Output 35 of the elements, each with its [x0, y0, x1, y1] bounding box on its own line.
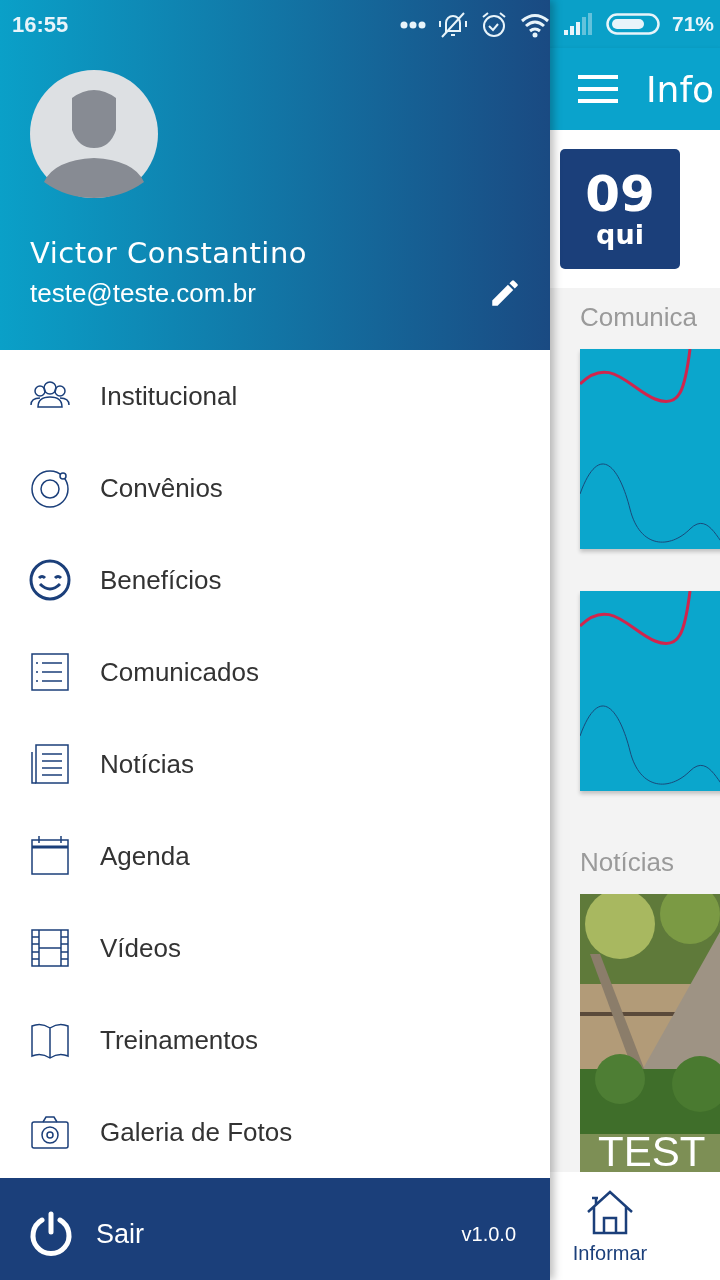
muted-bell-icon [438, 11, 468, 39]
more-dots-icon [400, 21, 426, 29]
newspaper-icon [28, 742, 72, 786]
menu-item[interactable]: Treinamentos [0, 994, 550, 1086]
user-name: Victor Constantino [30, 236, 308, 270]
list-icon [28, 650, 72, 694]
section-title: Comunica [580, 302, 698, 333]
wifi-icon [520, 12, 550, 38]
menu-item[interactable]: Galeria de Fotos [0, 1086, 550, 1178]
wave-card[interactable] [580, 349, 720, 549]
menu-item[interactable]: Comunicados [0, 626, 550, 718]
status-time: 16:55 [12, 12, 69, 38]
alarm-icon [480, 11, 508, 39]
menu-item[interactable]: Institucional [0, 350, 550, 442]
power-icon[interactable] [28, 1211, 74, 1257]
date-badge[interactable]: 09 qui [560, 149, 680, 269]
menu-item[interactable]: Vídeos [0, 902, 550, 994]
film-icon [28, 926, 72, 970]
calendar-icon [28, 834, 72, 878]
battery-percent: 71% [672, 12, 715, 36]
user-email: teste@teste.com.br [30, 277, 256, 309]
wave-card[interactable] [580, 591, 720, 791]
screen-title: Info [646, 68, 715, 110]
menu-item[interactable]: Convênios [0, 442, 550, 534]
menu-item[interactable]: Benefícios [0, 534, 550, 626]
menu-item[interactable]: Agenda [0, 810, 550, 902]
smiley-icon [28, 558, 72, 602]
news-caption: TEST [598, 1128, 706, 1172]
menu-icon[interactable] [578, 74, 618, 104]
section-title: Notícias [580, 847, 674, 878]
logout-label[interactable]: Sair [96, 1218, 440, 1250]
menu-item[interactable]: Notícias [0, 718, 550, 810]
signal-icon [564, 12, 594, 36]
battery-icon [606, 12, 660, 36]
version-text: v1.0.0 [461, 1222, 516, 1246]
